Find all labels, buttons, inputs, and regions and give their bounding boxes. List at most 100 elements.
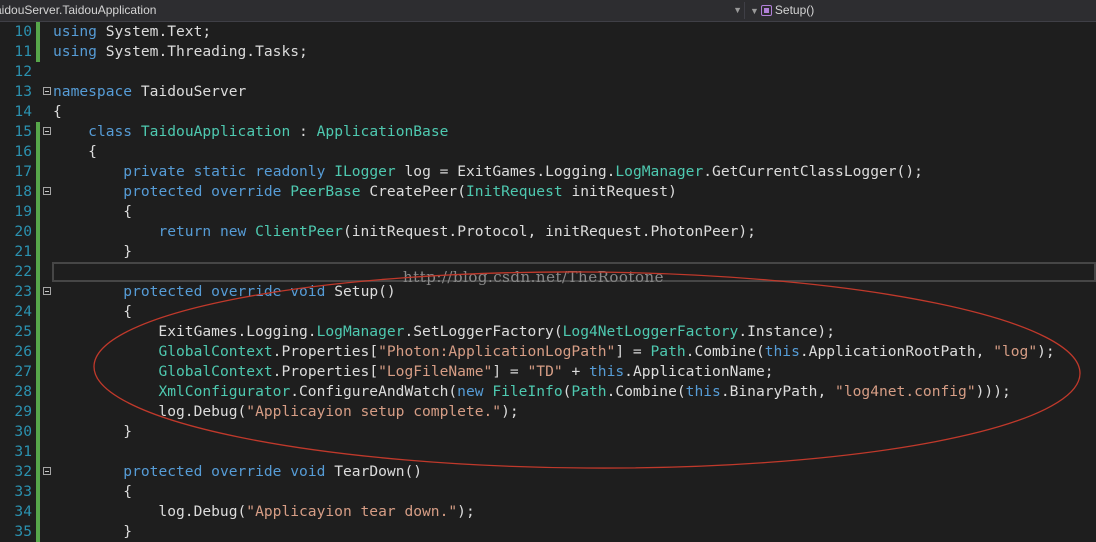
change-indicator xyxy=(36,362,40,382)
code-token: .ApplicationRootPath, xyxy=(799,343,994,360)
code-token: PeerBase xyxy=(290,183,361,200)
code-token: .SetLoggerFactory( xyxy=(404,323,563,340)
change-indicator xyxy=(36,342,40,362)
code-line[interactable]: 14 { xyxy=(0,102,1096,122)
code-line[interactable]: 24 { xyxy=(0,302,1096,322)
code-token: override xyxy=(211,283,282,300)
code-token: ClientPeer xyxy=(255,223,343,240)
code-token: this xyxy=(764,343,800,360)
code-text: log.Debug("Applicayion setup complete.")… xyxy=(53,402,519,422)
code-line[interactable]: 29 log.Debug("Applicayion setup complete… xyxy=(0,402,1096,422)
code-line[interactable]: 20 return new ClientPeer(initRequest.Pro… xyxy=(0,222,1096,242)
change-indicator xyxy=(36,382,40,402)
code-token: new xyxy=(219,223,247,240)
member-dropdown-label: Setup() xyxy=(774,3,815,17)
code-line[interactable]: 25 ExitGames.Logging.LogManager.SetLogge… xyxy=(0,322,1096,342)
code-text: protected override PeerBase CreatePeer(I… xyxy=(53,182,677,202)
line-number: 20 xyxy=(14,223,32,240)
collapse-icon[interactable] xyxy=(43,127,51,135)
code-line[interactable]: 31 xyxy=(0,442,1096,462)
code-token: private xyxy=(123,163,185,180)
code-line[interactable]: 27 GlobalContext.Properties["LogFileName… xyxy=(0,362,1096,382)
line-number: 32 xyxy=(14,463,32,480)
code-line[interactable]: 15 class TaidouApplication : Application… xyxy=(0,122,1096,142)
code-token: (initRequest.Protocol, initRequest.Photo… xyxy=(342,223,756,240)
code-token: { xyxy=(53,203,133,220)
code-token: this xyxy=(589,363,625,380)
code-line[interactable]: 17 private static readonly ILogger log =… xyxy=(0,162,1096,182)
code-token: .Instance); xyxy=(738,323,836,340)
change-indicator xyxy=(36,122,40,142)
line-number: 21 xyxy=(14,243,32,260)
change-indicator xyxy=(36,442,40,462)
code-token: Log4NetLoggerFactory xyxy=(562,323,739,340)
code-text: using System.Threading.Tasks; xyxy=(53,42,308,62)
collapse-icon[interactable] xyxy=(43,87,51,95)
code-token: System.Threading.Tasks; xyxy=(96,43,308,60)
code-token: + xyxy=(562,363,590,380)
member-dropdown[interactable]: ▼ Setup() xyxy=(750,0,814,21)
collapse-icon[interactable] xyxy=(43,187,51,195)
code-line[interactable]: 19 { xyxy=(0,202,1096,222)
code-token: ); xyxy=(1037,343,1055,360)
code-token: LogManager xyxy=(316,323,405,340)
code-text: GlobalContext.Properties["Photon:Applica… xyxy=(53,342,1055,362)
code-token: } xyxy=(53,523,133,540)
line-number: 28 xyxy=(14,383,32,400)
code-line[interactable]: 34 log.Debug("Applicayion tear down."); xyxy=(0,502,1096,522)
code-token: .ConfigureAndWatch( xyxy=(290,383,458,400)
code-line[interactable]: 30 } xyxy=(0,422,1096,442)
code-line[interactable]: 26 GlobalContext.Properties["Photon:Appl… xyxy=(0,342,1096,362)
change-indicator xyxy=(36,22,40,42)
code-token: .Properties[ xyxy=(272,343,379,360)
code-text: { xyxy=(53,102,62,122)
code-text: } xyxy=(53,522,132,542)
code-line[interactable]: 16 { xyxy=(0,142,1096,162)
code-token: this xyxy=(685,383,721,400)
code-line[interactable]: 28 XmlConfigurator.ConfigureAndWatch(new… xyxy=(0,382,1096,402)
code-token: override xyxy=(211,183,282,200)
code-text: } xyxy=(53,242,132,262)
code-line[interactable]: 21 } xyxy=(0,242,1096,262)
code-token: using xyxy=(53,23,97,40)
code-token: FileInfo xyxy=(492,383,563,400)
code-line[interactable]: 18 protected override PeerBase CreatePee… xyxy=(0,182,1096,202)
collapse-icon[interactable] xyxy=(43,287,51,295)
code-token: void xyxy=(290,463,326,480)
line-number: 13 xyxy=(14,83,32,100)
code-text: namespace TaidouServer xyxy=(53,82,246,102)
code-text: GlobalContext.Properties["LogFileName"] … xyxy=(53,362,774,382)
code-token: readonly xyxy=(255,163,326,180)
code-line[interactable]: 32 protected override void TearDown() xyxy=(0,462,1096,482)
code-token: Setup() xyxy=(325,283,396,300)
code-line[interactable]: 13 namespace TaidouServer xyxy=(0,82,1096,102)
code-token: .ApplicationName; xyxy=(624,363,774,380)
code-line[interactable]: 35 } xyxy=(0,522,1096,542)
code-token: Path xyxy=(571,383,607,400)
line-number: 26 xyxy=(14,343,32,360)
code-token: ); xyxy=(501,403,519,420)
collapse-icon[interactable] xyxy=(43,467,51,475)
line-number: 24 xyxy=(14,303,32,320)
code-line[interactable]: 33 { xyxy=(0,482,1096,502)
code-line[interactable]: 11 using System.Threading.Tasks; xyxy=(0,42,1096,62)
code-token: TaidouApplication xyxy=(140,123,291,140)
class-dropdown[interactable]: aidouServer.TaidouApplication ▼ xyxy=(0,0,744,21)
code-line[interactable]: 12 xyxy=(0,62,1096,82)
line-number: 22 xyxy=(14,263,32,280)
code-line[interactable]: 10 using System.Text; xyxy=(0,22,1096,42)
code-token: new xyxy=(457,383,484,400)
code-token: { xyxy=(53,303,133,320)
change-indicator xyxy=(36,402,40,422)
